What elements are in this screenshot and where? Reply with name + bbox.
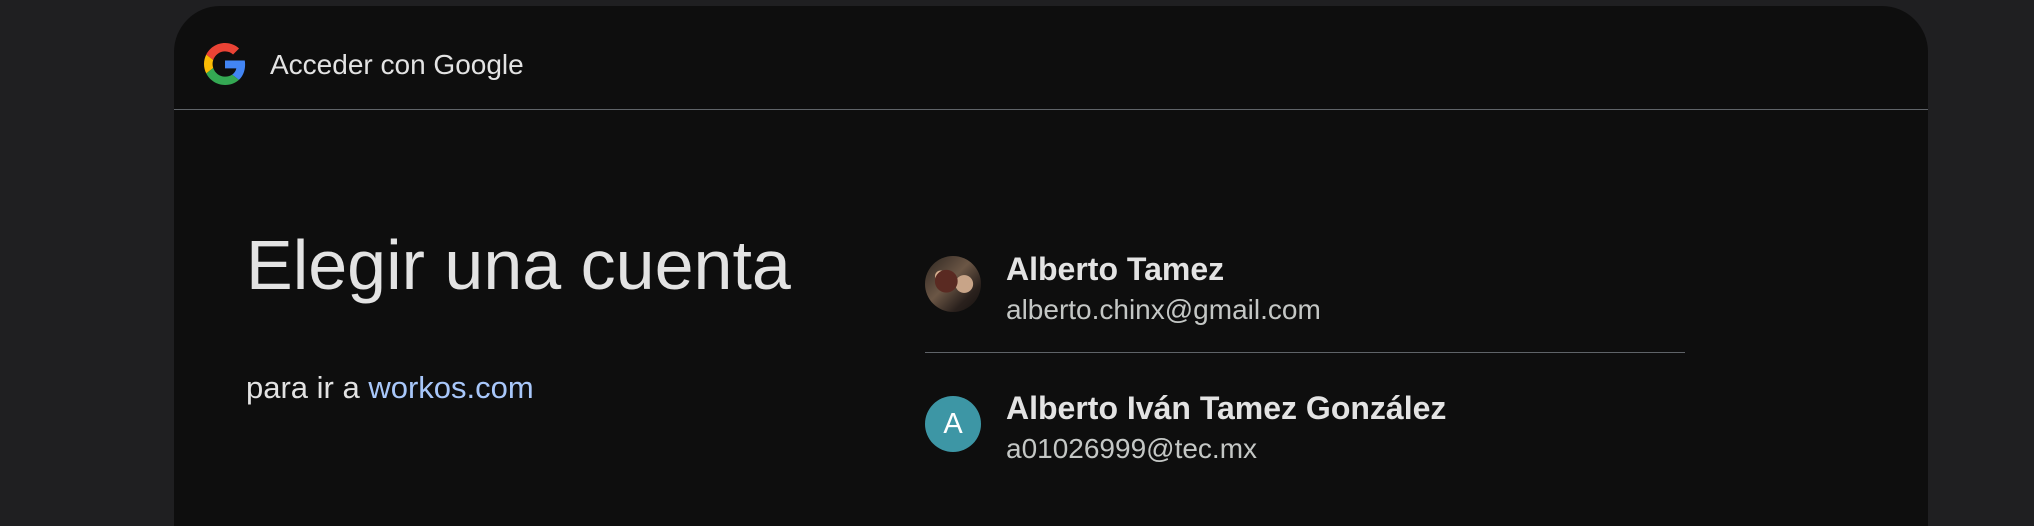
account-alberto-ivan-tamez-gonzalez[interactable]: A Alberto Iván Tamez González a01026999@…: [925, 371, 1685, 496]
continue-to-text: para ir a workos.com: [246, 366, 534, 410]
sign-in-header: Acceder con Google: [174, 6, 1928, 110]
account-email: alberto.chinx@gmail.com: [1006, 294, 1321, 325]
account-name: Alberto Tamez: [1006, 251, 1225, 287]
account-name: Alberto Iván Tamez González: [1006, 390, 1447, 426]
continue-to-prefix: para ir a: [246, 370, 360, 405]
account-avatar-photo: [925, 256, 981, 312]
google-g-icon: [204, 43, 246, 85]
account-divider: [925, 352, 1685, 353]
account-avatar-letter: A: [925, 396, 981, 452]
account-alberto-tamez[interactable]: Alberto Tamez alberto.chinx@gmail.com: [925, 232, 1685, 357]
sign-in-header-title: Acceder con Google: [270, 49, 524, 80]
account-email: a01026999@tec.mx: [1006, 433, 1258, 464]
page-title: Elegir una cuenta: [246, 226, 791, 304]
workos-link[interactable]: workos.com: [368, 370, 533, 405]
